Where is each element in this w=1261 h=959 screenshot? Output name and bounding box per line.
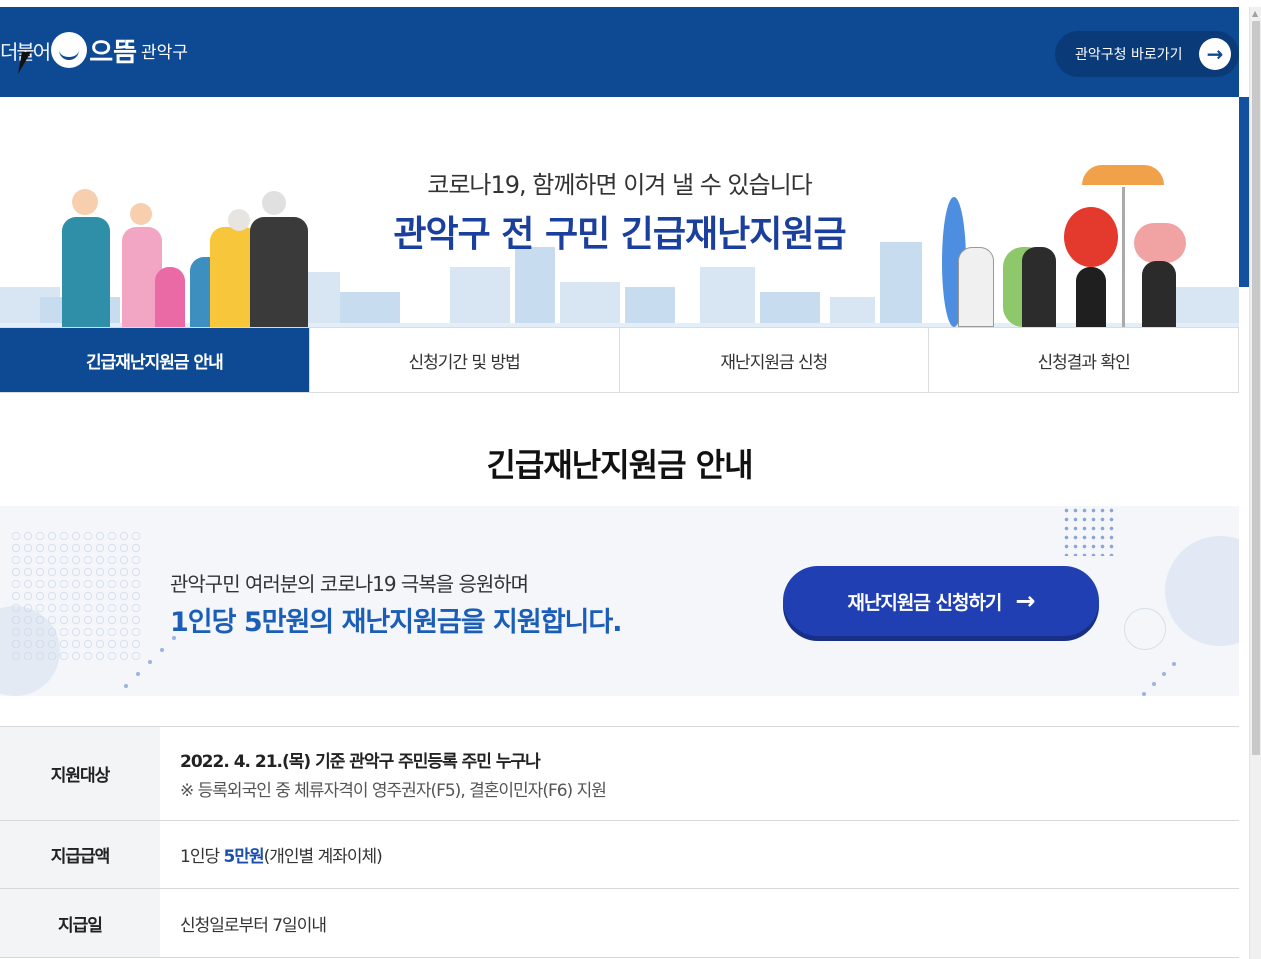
promo-box: 관악구민 여러분의 코로나19 극복을 응원하며 1인당 5만원의 재난지원금을…	[0, 506, 1239, 696]
target-note: ※ 등록외국인 중 체류자격이 영주권자(F5), 결혼이민자(F6) 지원	[180, 780, 607, 801]
date-value: 신청일로부터 7일이내	[180, 915, 327, 936]
decorative-circle	[1165, 536, 1239, 646]
table-row: 지원대상 2022. 4. 21.(목) 기준 관악구 주민등록 주민 누구나 …	[0, 727, 1239, 821]
tab-result-check[interactable]: 신청결과 확인	[929, 328, 1239, 392]
promo-line-2: 1인당 5만원의 재난지원금을 지원합니다.	[170, 607, 622, 638]
logo-text-sub: 관악구	[141, 42, 188, 63]
hero-banner: 코로나19, 함께하면 이겨 낼 수 있습니다 관악구 전 구민 긴급재난지원금	[0, 97, 1239, 327]
tab-apply[interactable]: 재난지원금 신청	[619, 328, 930, 392]
smile-logo-icon	[51, 32, 88, 68]
building-illustration	[450, 267, 510, 327]
vertical-scrollbar[interactable]: ▲	[1249, 7, 1261, 959]
logo-text-big: 으뜸	[89, 37, 138, 68]
decorative-dot	[160, 648, 164, 652]
apply-relief-fund-button[interactable]: 재난지원금 신청하기 →	[783, 566, 1099, 636]
main-tabs: 긴급재난지원금 안내 신청기간 및 방법 재난지원금 신청 신청결과 확인	[0, 327, 1239, 393]
scrollbar-thumb[interactable]	[1252, 21, 1260, 755]
building-illustration	[625, 287, 675, 327]
row-value-target: 2022. 4. 21.(목) 기준 관악구 주민등록 주민 누구나 ※ 등록외…	[160, 727, 1239, 820]
banner-subtitle: 코로나19, 함께하면 이겨 낼 수 있습니다	[427, 171, 813, 199]
amount-suffix: (개인별 계좌이체)	[263, 847, 383, 867]
row-label-amount: 지급급액	[0, 821, 160, 888]
decorative-dot	[136, 672, 140, 676]
decorative-dot	[1152, 682, 1156, 686]
page-side-accent	[1239, 97, 1249, 287]
section-title: 긴급재난지원금 안내	[486, 446, 753, 484]
arrow-right-icon: →	[1015, 587, 1035, 615]
decorative-dot	[148, 660, 152, 664]
person-illustration	[155, 267, 185, 327]
support-info-table: 지원대상 2022. 4. 21.(목) 기준 관악구 주민등록 주민 누구나 …	[0, 726, 1239, 958]
amount-highlight: 5만원	[223, 847, 265, 867]
apply-relief-fund-label: 재난지원금 신청하기	[847, 591, 1002, 614]
row-label-target: 지원대상	[0, 727, 160, 820]
decorative-dot	[124, 684, 128, 688]
vendor-illustration	[1142, 261, 1176, 327]
decorative-dot-grid	[10, 530, 140, 660]
building-illustration	[700, 267, 755, 327]
target-value: 2022. 4. 21.(목) 기준 관악구 주민등록 주민 누구나	[180, 751, 541, 772]
goto-district-office-label: 관악구청 바로가기	[1075, 47, 1183, 63]
site-header: 더불어 으뜸 관악구 관악구청 바로가기 →	[0, 7, 1239, 97]
promo-line-1: 관악구민 여러분의 코로나19 극복을 응원하며	[170, 572, 529, 596]
amount-value: 1인당 5만원(개인별 계좌이체)	[180, 842, 1239, 867]
amount-prefix: 1인당	[180, 847, 224, 867]
row-label-date: 지급일	[0, 889, 160, 957]
tab-guide[interactable]: 긴급재난지원금 안내	[0, 328, 310, 392]
vendor-illustration	[1022, 247, 1056, 327]
table-row: 지급일 신청일로부터 7일이내	[0, 889, 1239, 958]
arrow-right-icon: →	[1199, 38, 1231, 70]
goto-district-office-button[interactable]: 관악구청 바로가기 →	[1055, 31, 1239, 77]
row-value-amount: 1인당 5만원(개인별 계좌이체)	[160, 821, 1239, 888]
building-illustration	[515, 247, 555, 327]
building-illustration	[340, 292, 400, 327]
building-illustration	[1170, 287, 1239, 327]
scroll-up-arrow-icon[interactable]: ▲	[1252, 9, 1258, 18]
decorative-dot	[1172, 662, 1176, 666]
vendor-illustration	[1076, 267, 1106, 327]
decorative-ring	[1124, 608, 1166, 650]
row-value-date: 신청일로부터 7일이내	[160, 889, 1239, 957]
decorative-dot-grid	[1062, 506, 1116, 556]
decorative-dot	[1142, 692, 1146, 696]
decorative-dot	[1162, 672, 1166, 676]
vendor-illustration	[958, 247, 994, 327]
building-illustration	[560, 282, 620, 327]
banner-title: 관악구 전 구민 긴급재난지원금	[393, 214, 846, 255]
window-top-strip	[0, 0, 1261, 7]
tab-period-method[interactable]: 신청기간 및 방법	[309, 328, 620, 392]
building-illustration	[760, 292, 820, 327]
table-row: 지급급액 1인당 5만원(개인별 계좌이체)	[0, 821, 1239, 889]
